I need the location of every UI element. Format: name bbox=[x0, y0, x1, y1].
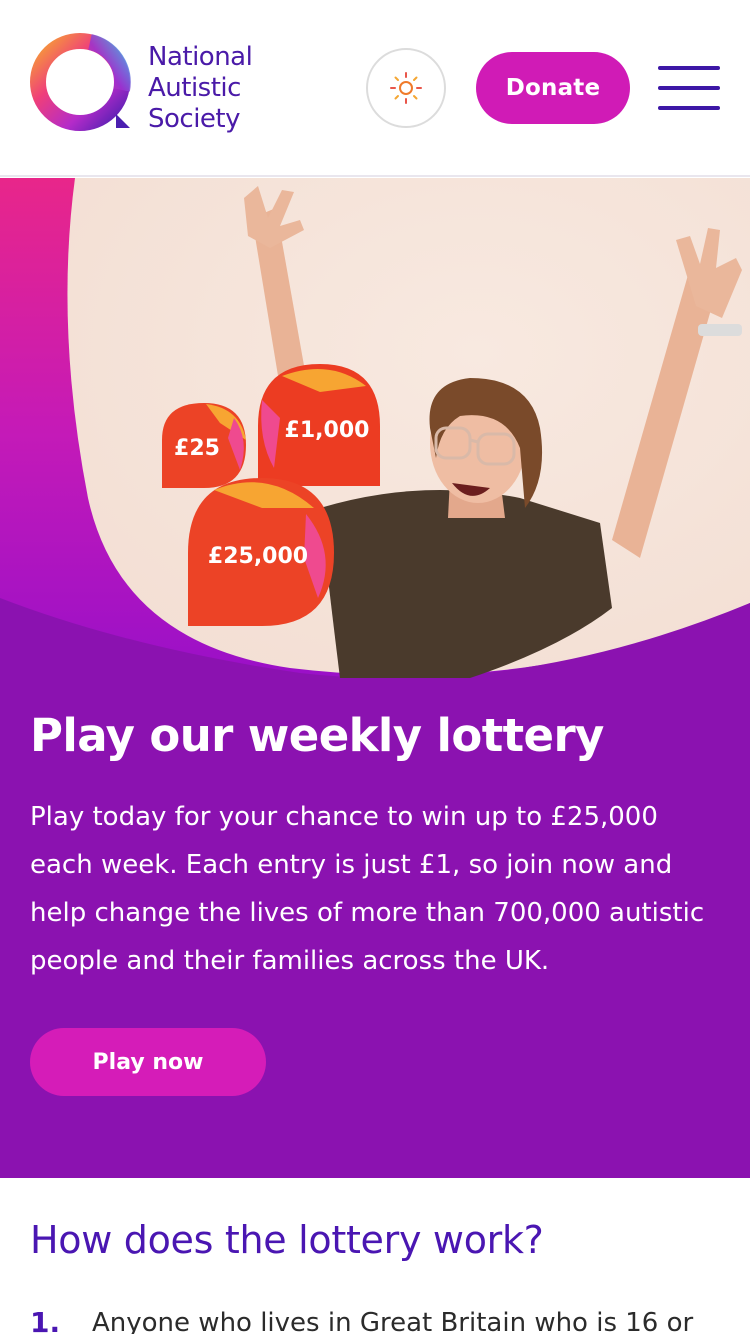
prize-label-1000: £1,000 bbox=[284, 417, 370, 443]
play-now-button[interactable]: Play now bbox=[30, 1028, 266, 1096]
prize-label-25000: £25,000 bbox=[207, 543, 309, 569]
section-heading: How does the lottery work? bbox=[30, 1218, 544, 1262]
sun-icon bbox=[390, 72, 422, 104]
menu-button[interactable] bbox=[658, 66, 720, 112]
national-autistic-society-logo[interactable]: National Autistic Society bbox=[30, 32, 280, 135]
list-item-text: Anyone who lives in Great Britain who is… bbox=[92, 1308, 694, 1334]
logo-line-1: National bbox=[148, 42, 253, 72]
logo-wordmark: National Autistic Society bbox=[148, 42, 253, 135]
menu-bar-middle bbox=[658, 86, 720, 90]
prize-label-25: £25 bbox=[174, 435, 220, 461]
logo-line-3: Society bbox=[148, 104, 241, 134]
list-item: 1. Anyone who lives in Great Britain who… bbox=[30, 1306, 730, 1334]
hamburger-menu-icon bbox=[658, 66, 720, 70]
logo-line-2: Autistic bbox=[148, 73, 241, 103]
list-item-number: 1. bbox=[30, 1306, 61, 1334]
site-header: National Autistic Society Donate bbox=[0, 0, 750, 177]
lottery-hero: £25 £1,000 £25,000 Play our weekly lotte… bbox=[0, 178, 750, 1178]
hero-title: Play our weekly lottery bbox=[30, 709, 604, 762]
hero-description: Play today for your chance to win up to … bbox=[30, 802, 705, 976]
menu-bar-bottom bbox=[658, 106, 720, 110]
donate-button[interactable]: Donate bbox=[476, 52, 630, 124]
logo-ring-icon bbox=[30, 33, 131, 131]
theme-toggle-button[interactable] bbox=[366, 48, 446, 128]
